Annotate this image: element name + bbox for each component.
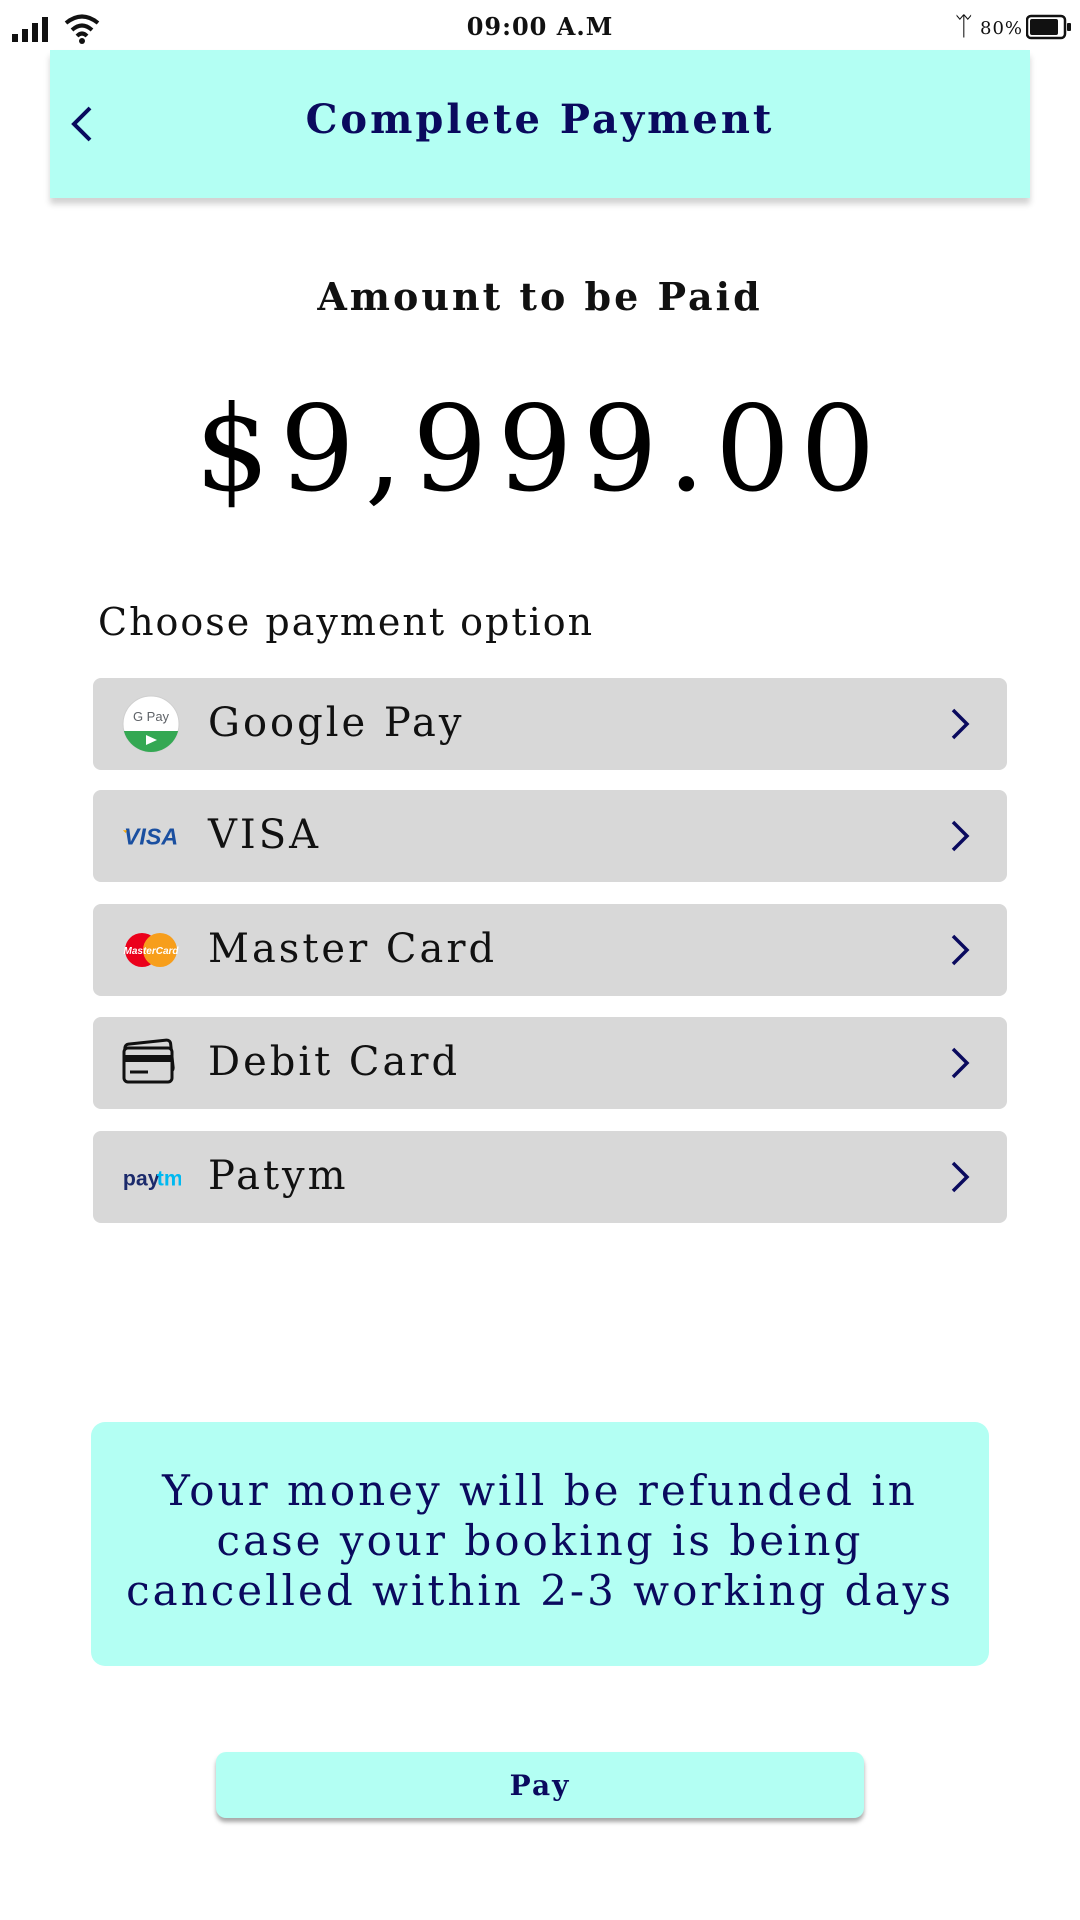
svg-text:G Pay: G Pay xyxy=(133,709,170,724)
bluetooth-icon: ᛠ xyxy=(956,12,972,42)
option-label: Debit Card xyxy=(208,1039,461,1085)
option-label: VISA xyxy=(208,812,321,858)
battery-percent: 80% xyxy=(980,18,1024,39)
svg-text:VISA: VISA xyxy=(124,824,178,850)
visa-icon: VISA xyxy=(121,808,181,864)
pay-button[interactable]: Pay xyxy=(216,1752,864,1818)
option-label: Google Pay xyxy=(208,700,465,746)
option-label: Patym xyxy=(208,1153,349,1199)
chevron-right-icon xyxy=(951,1161,970,1193)
refund-notice: Your money will be refunded in case your… xyxy=(91,1422,989,1666)
refund-notice-text: Your money will be refunded in case your… xyxy=(126,1466,954,1615)
google-pay-icon: G Pay xyxy=(121,695,181,753)
chevron-right-icon xyxy=(951,1047,970,1079)
mastercard-icon: MasterCard xyxy=(121,922,181,978)
payment-options-heading: Choose payment option xyxy=(98,600,595,644)
chevron-right-icon xyxy=(951,708,970,740)
option-label: Master Card xyxy=(208,926,498,972)
status-time: 09:00 A.M xyxy=(466,12,614,41)
debit-card-icon xyxy=(121,1035,181,1091)
amount-value: $9,999.00 xyxy=(194,380,886,518)
chevron-right-icon xyxy=(951,820,970,852)
svg-text:tm: tm xyxy=(157,1167,181,1191)
payment-option-paytm[interactable]: pay tm Patym xyxy=(93,1131,1007,1223)
svg-text:pay: pay xyxy=(123,1167,160,1191)
battery-icon xyxy=(1026,14,1071,40)
page-title: Complete Payment xyxy=(305,96,775,143)
payment-option-master-card[interactable]: MasterCard Master Card xyxy=(93,904,1007,996)
chevron-right-icon xyxy=(951,934,970,966)
svg-text:MasterCard: MasterCard xyxy=(123,946,179,957)
payment-option-debit-card[interactable]: Debit Card xyxy=(93,1017,1007,1109)
payment-option-google-pay[interactable]: G Pay Google Pay xyxy=(93,678,1007,770)
paytm-icon: pay tm xyxy=(121,1149,181,1205)
amount-label: Amount to be Paid xyxy=(317,274,763,319)
payment-option-visa[interactable]: VISA VISA xyxy=(93,790,1007,882)
